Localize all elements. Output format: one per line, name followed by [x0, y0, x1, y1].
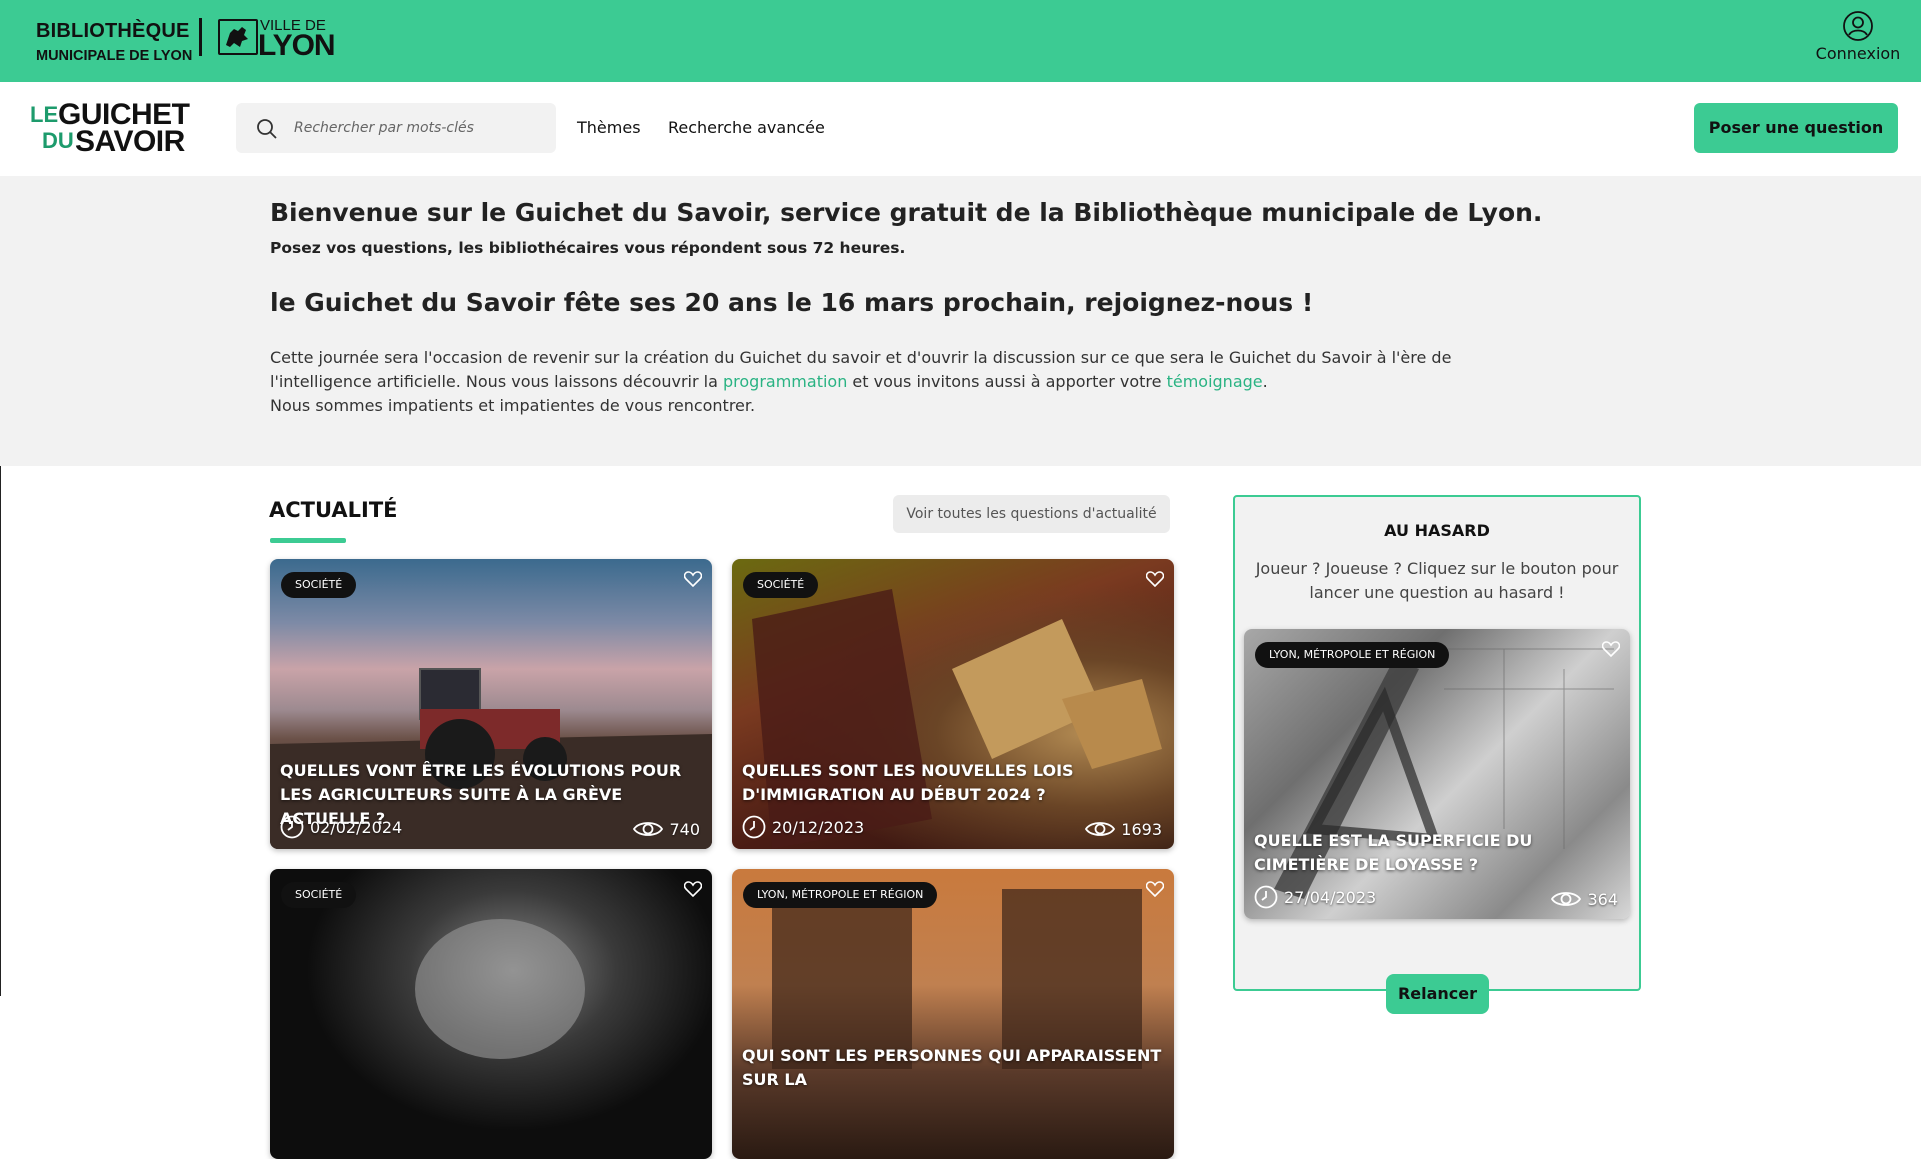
card-date: 20/12/2023 — [742, 815, 864, 839]
card-date-text: 20/12/2023 — [772, 817, 865, 837]
random-title: AU HASARD — [1384, 521, 1490, 540]
event-description: Cette journée sera l'occasion de revenir… — [270, 346, 1500, 418]
category-tag: LYON, MÉTROPOLE ET RÉGION — [1255, 642, 1450, 668]
card-views: 740 — [633, 819, 700, 839]
lion-emblem-icon — [218, 19, 258, 55]
category-tag: SOCIÉTÉ — [743, 572, 819, 598]
library-logo[interactable]: BIBLIOTHÈQUE MUNICIPALE DE LYON — [36, 20, 192, 64]
library-logo-line1: BIBLIOTHÈQUE — [36, 20, 190, 42]
card-date-text: 02/02/2024 — [310, 817, 403, 837]
random-question-card[interactable]: LYON, MÉTROPOLE ET RÉGION QUELLE EST LA … — [1244, 629, 1630, 919]
card-views-count: 1693 — [1121, 819, 1162, 839]
event-title: le Guichet du Savoir fête ses 20 ans le … — [270, 288, 1314, 317]
category-tag: LYON, MÉTROPOLE ET RÉGION — [743, 882, 938, 908]
category-tag: SOCIÉTÉ — [281, 572, 357, 598]
logo-du: DU — [42, 128, 74, 153]
clock-icon — [280, 815, 304, 839]
event-text-2: et vous invitons aussi à apporter votre — [847, 372, 1167, 391]
main-nav: LE GUICHET DU SAVOIR Thèmes Recherche av… — [0, 82, 1921, 176]
logo-savoir: SAVOIR — [75, 125, 185, 158]
welcome-subtitle: Posez vos questions, les bibliothécaires… — [270, 239, 906, 257]
clock-icon — [1254, 885, 1278, 909]
card-date-text: 27/04/2023 — [1284, 887, 1377, 907]
page-edge-line — [0, 466, 1, 996]
eye-icon — [1085, 822, 1116, 836]
top-bar: BIBLIOTHÈQUE MUNICIPALE DE LYON VILLE DE… — [0, 0, 1921, 82]
card-title: QUELLES SONT LES NOUVELLES LOIS D'IMMIGR… — [742, 761, 1074, 804]
favorite-heart-icon[interactable] — [1146, 881, 1164, 897]
random-description: Joueur ? Joueuse ? Cliquez sur le bouton… — [1255, 559, 1619, 602]
event-text-4: Nous sommes impatients et impatientes de… — [270, 396, 756, 415]
login-label: Connexion — [1815, 44, 1901, 63]
search-input[interactable] — [294, 103, 544, 153]
user-icon — [1843, 11, 1873, 41]
news-card[interactable]: SOCIÉTÉ QUELLES SONT LES NOUVELLES LOIS … — [732, 559, 1174, 849]
search-box — [236, 103, 556, 153]
news-card[interactable]: SOCIÉTÉ — [270, 869, 712, 1159]
nav-themes-link[interactable]: Thèmes — [577, 118, 641, 137]
card-views: 1693 — [1085, 819, 1162, 839]
favorite-heart-icon[interactable] — [684, 571, 702, 587]
nav-advanced-search-link[interactable]: Recherche avancée — [668, 118, 825, 137]
welcome-section: Bienvenue sur le Guichet du Savoir, serv… — [0, 176, 1921, 466]
welcome-title: Bienvenue sur le Guichet du Savoir, serv… — [270, 198, 1543, 227]
search-icon — [257, 119, 277, 139]
ask-question-button[interactable]: Poser une question — [1694, 103, 1898, 153]
reload-random-button[interactable]: Relancer — [1386, 974, 1489, 1014]
temoignage-link[interactable]: témoignage — [1167, 372, 1263, 391]
city-logo-line2: LYON — [258, 29, 336, 62]
eye-icon — [1551, 892, 1582, 906]
card-views: 364 — [1551, 889, 1618, 909]
card-date: 27/04/2023 — [1254, 885, 1376, 909]
news-title: ACTUALITÉ — [269, 498, 398, 522]
favorite-heart-icon[interactable] — [1146, 571, 1164, 587]
news-title-underline — [270, 538, 346, 543]
news-card[interactable]: SOCIÉTÉ QUELLES VONT ÊTRE LES ÉVOLUTIONS… — [270, 559, 712, 849]
programmation-link[interactable]: programmation — [723, 372, 847, 391]
news-card[interactable]: LYON, MÉTROPOLE ET RÉGION QUI SONT LES P… — [732, 869, 1174, 1159]
library-logo-line2: MUNICIPALE DE LYON — [36, 48, 193, 64]
card-views-count: 740 — [669, 819, 700, 839]
card-title: QUI SONT LES PERSONNES QUI APPARAISSENT … — [742, 1046, 1162, 1089]
card-views-count: 364 — [1587, 889, 1618, 909]
card-date: 02/02/2024 — [280, 815, 402, 839]
favorite-heart-icon[interactable] — [684, 881, 702, 897]
eye-icon — [633, 822, 664, 836]
favorite-heart-icon[interactable] — [1602, 641, 1620, 657]
login-button[interactable]: Connexion — [1800, 10, 1916, 63]
clock-icon — [742, 815, 766, 839]
logo-le: LE — [30, 102, 59, 127]
category-tag: SOCIÉTÉ — [281, 882, 357, 908]
logo-divider — [199, 18, 202, 56]
see-all-news-button[interactable]: Voir toutes les questions d'actualité — [893, 495, 1170, 533]
event-text-3: . — [1262, 372, 1268, 391]
card-title: QUELLE EST LA SUPERFICIE DU CIMETIÈRE DE… — [1254, 831, 1533, 874]
